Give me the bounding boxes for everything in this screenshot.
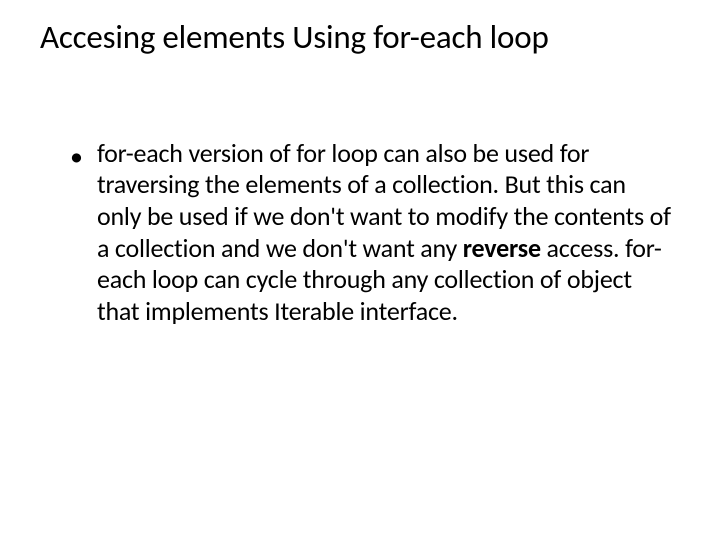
bullet-marker: • [70,140,83,173]
bullet-text: for-each version of for loop can also be… [97,138,672,328]
body-text-bold: reverse [463,232,541,264]
bullet-item: • for-each version of for loop can also … [70,138,672,328]
slide-title: Accesing elements Using for-each loop [40,18,672,58]
slide-body: • for-each version of for loop can also … [48,138,672,328]
slide-container: Accesing elements Using for-each loop • … [0,0,720,540]
